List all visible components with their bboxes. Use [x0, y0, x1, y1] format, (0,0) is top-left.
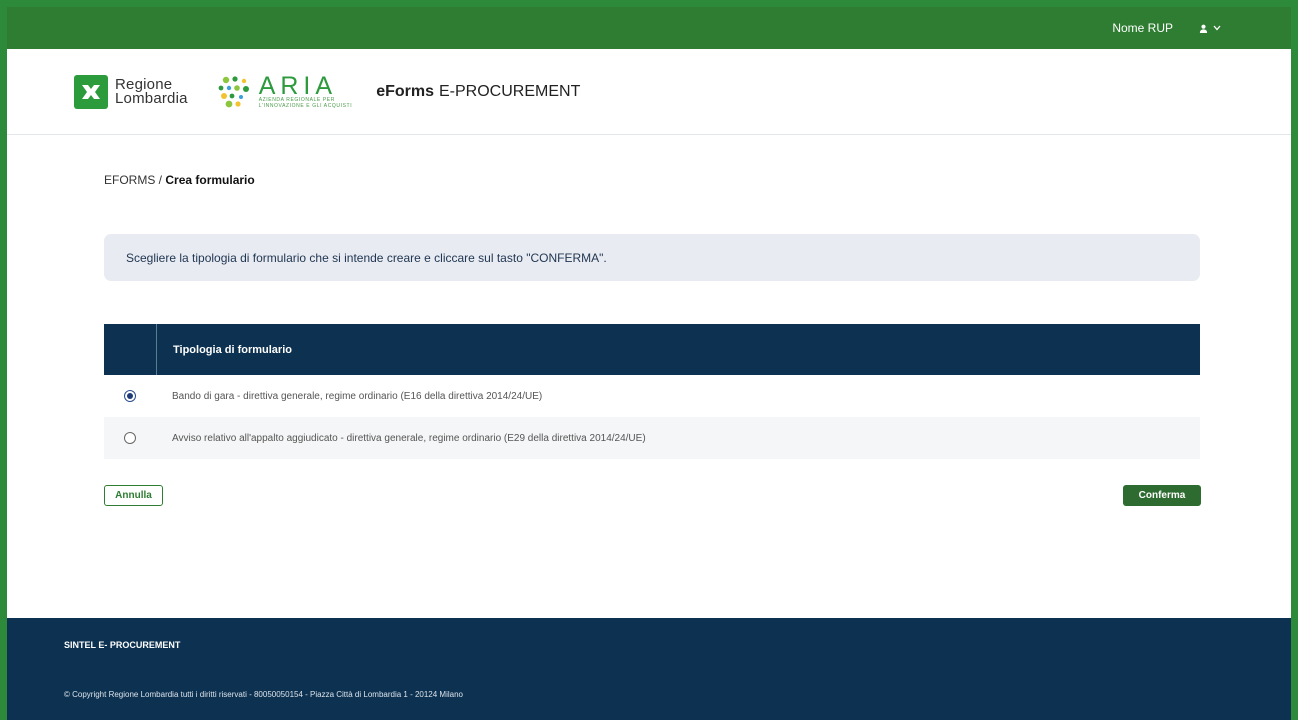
- confirm-button[interactable]: Conferma: [1123, 485, 1201, 506]
- breadcrumb: EFORMS / Crea formulario: [104, 173, 255, 187]
- user-name: Nome RUP: [1112, 21, 1173, 35]
- aria-logo-word: ARIA: [258, 71, 338, 100]
- form-type-radio-e16[interactable]: [124, 390, 136, 402]
- aria-logo-sub2: L'INNOVAZIONE E GLI ACQUISTI: [258, 102, 353, 109]
- app-frame: Nome RUP Regione Lombardia ARIA AZIENDA …: [7, 7, 1291, 720]
- regione-lombardia-mark-icon: [74, 74, 108, 109]
- table-header: Tipologia di formulario: [104, 324, 1200, 375]
- table-row[interactable]: Bando di gara - direttiva generale, regi…: [104, 375, 1200, 417]
- breadcrumb-current: Crea formulario: [165, 173, 255, 187]
- app-title-bold: eForms: [376, 82, 434, 100]
- regione-lombardia-logo: Regione Lombardia: [74, 74, 188, 109]
- app-title: eForms E-PROCUREMENT: [376, 83, 580, 101]
- radio-cell: [104, 390, 156, 402]
- table-header-select-column: [104, 324, 157, 375]
- breadcrumb-separator: /: [155, 173, 166, 187]
- row-label: Bando di gara - direttiva generale, regi…: [172, 390, 543, 402]
- form-type-table: Tipologia di formulario Bando di gara - …: [104, 324, 1200, 459]
- footer: SINTEL E- PROCUREMENT © Copyright Region…: [7, 618, 1291, 720]
- footer-copyright: © Copyright Regione Lombardia tutti i di…: [64, 690, 463, 699]
- info-message: Scegliere la tipologia di formulario che…: [126, 250, 607, 265]
- aria-logo: ARIA AZIENDA REGIONALE PER L'INNOVAZIONE…: [216, 71, 353, 109]
- chevron-down-icon: [1213, 25, 1221, 31]
- table-row[interactable]: Avviso relativo all'appalto aggiudicato …: [104, 417, 1200, 459]
- aria-dots-icon: [218, 75, 249, 107]
- info-message-box: Scegliere la tipologia di formulario che…: [104, 234, 1200, 281]
- app-title-rest: E-PROCUREMENT: [439, 82, 581, 100]
- footer-title: SINTEL E- PROCUREMENT: [64, 640, 181, 650]
- user-menu-toggle[interactable]: [1199, 24, 1221, 33]
- header: Regione Lombardia ARIA AZIENDA REGIONALE…: [7, 49, 1291, 135]
- top-bar: Nome RUP: [7, 7, 1291, 49]
- form-type-radio-e29[interactable]: [124, 432, 136, 444]
- table-header-label: Tipologia di formulario: [173, 343, 292, 356]
- cancel-button[interactable]: Annulla: [104, 485, 163, 506]
- radio-cell: [104, 432, 156, 444]
- breadcrumb-root[interactable]: EFORMS: [104, 173, 155, 187]
- row-label: Avviso relativo all'appalto aggiudicato …: [172, 432, 646, 444]
- logo-region-line2: Lombardia: [115, 89, 188, 107]
- user-icon: [1199, 24, 1208, 33]
